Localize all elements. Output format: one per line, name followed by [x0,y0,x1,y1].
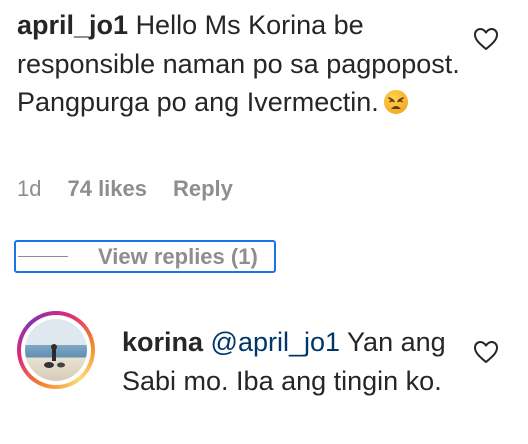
view-replies-label: View replies (1) [98,243,258,269]
reply-button[interactable]: Reply [173,176,233,202]
comment-username[interactable]: april_jo1 [17,10,128,40]
comment-time: 1d [17,176,42,201]
weary-face-emoji-icon [383,87,409,114]
comment-korina: korina @april_jo1 Yan ang Sabi mo. Iba a… [122,323,462,400]
avatar-ring-gap [21,315,91,385]
mention-link[interactable]: @april_jo1 [211,327,340,357]
avatar-photo [25,319,87,381]
replies-divider-line [18,256,68,257]
comment-april-jo1: april_jo1 Hello Ms Korina be responsible… [17,6,462,122]
like-heart-icon[interactable] [473,340,499,364]
avatar[interactable] [17,311,95,389]
comment-meta: 1d 74 likes Reply [17,176,233,202]
like-heart-icon[interactable] [473,27,499,51]
comment-username[interactable]: korina [122,327,203,357]
view-replies-button[interactable]: View replies (1) [14,240,276,273]
likes-count[interactable]: 74 likes [67,176,147,202]
